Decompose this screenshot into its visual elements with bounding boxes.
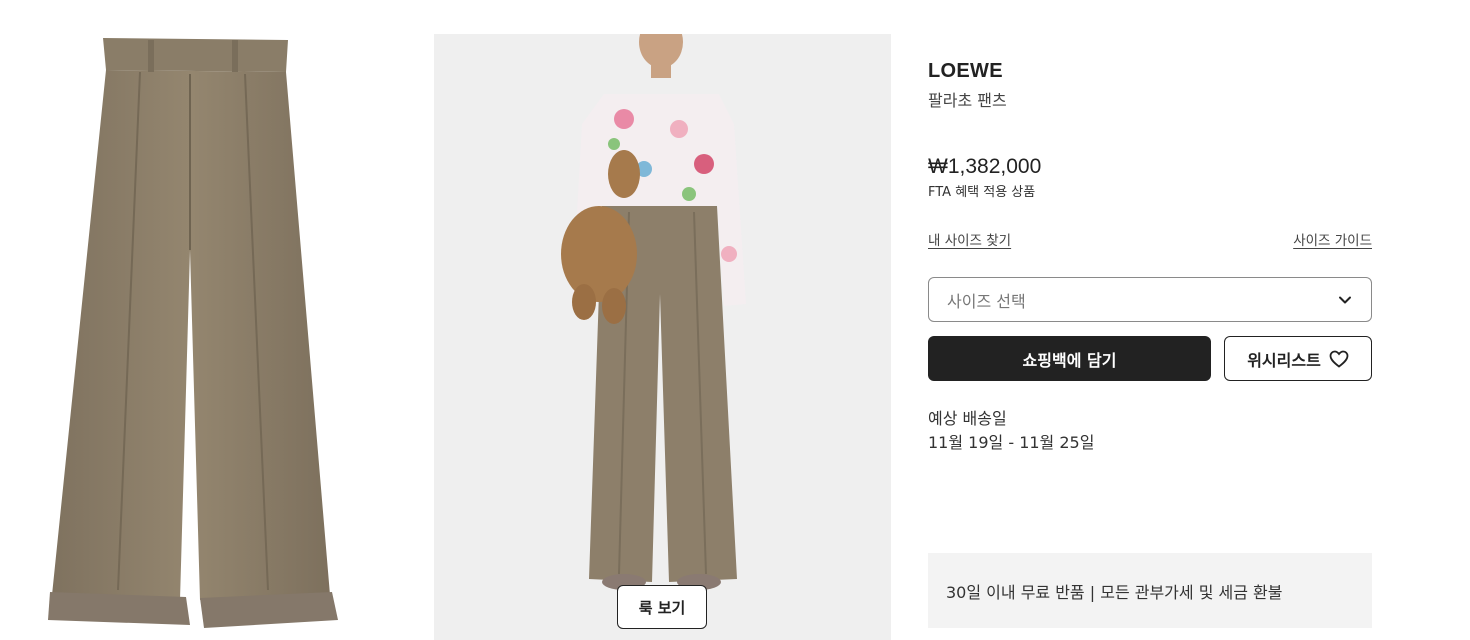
delivery-dates: 11월 19일 - 11월 25일 [928, 433, 1095, 452]
price-note: FTA 혜택 적용 상품 [928, 185, 1036, 200]
view-look-button[interactable]: 룩 보기 [617, 585, 707, 629]
heart-icon [1329, 350, 1349, 368]
trousers-illustration [48, 38, 338, 628]
size-select-placeholder: 사이즈 선택 [947, 291, 1026, 311]
chevron-down-icon [1337, 292, 1353, 308]
wishlist-button[interactable]: 위시리스트 [1224, 336, 1372, 381]
product-image-flat[interactable] [0, 0, 400, 640]
model-illustration [434, 34, 891, 640]
size-guide-link[interactable]: 사이즈 가이드 [1293, 229, 1372, 249]
returns-text: 30일 이내 무료 반품 | 모든 관부가세 및 세금 환불 [946, 582, 1283, 602]
returns-banner: 30일 이내 무료 반품 | 모든 관부가세 및 세금 환불 [928, 553, 1372, 628]
product-image-model[interactable] [434, 34, 891, 640]
product-info-panel: LOEWE 팔라초 팬츠 ₩1,382,000 FTA 혜택 적용 상품 내 사… [928, 0, 1372, 640]
add-to-bag-button[interactable]: 쇼핑백에 담기 [928, 336, 1211, 381]
size-select-dropdown[interactable]: 사이즈 선택 [928, 277, 1372, 322]
wishlist-label: 위시리스트 [1247, 350, 1321, 370]
delivery-label: 예상 배송일 [928, 409, 1007, 428]
brand-name[interactable]: LOEWE [928, 60, 1003, 83]
find-my-size-link[interactable]: 내 사이즈 찾기 [928, 229, 1011, 249]
product-name: 팔라초 팬츠 [928, 91, 1007, 110]
product-detail-page: 룩 보기 LOEWE 팔라초 팬츠 ₩1,382,000 FTA 혜택 적용 상… [0, 0, 1470, 640]
product-price: ₩1,382,000 [928, 155, 1042, 178]
